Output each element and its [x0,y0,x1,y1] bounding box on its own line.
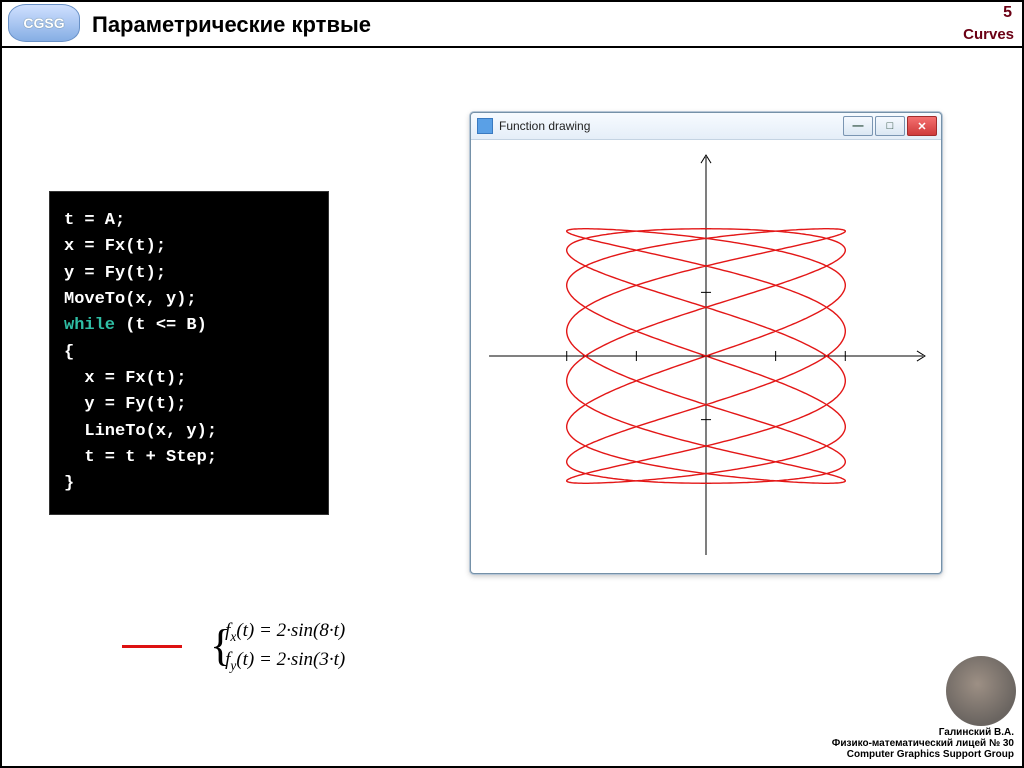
maximize-button[interactable]: □ [875,116,905,136]
formula-fy: fy(t) = 2·sin(3·t) [225,646,345,676]
footer-credits: Галинский В.А. Физико-математический лиц… [832,727,1014,760]
footer-badge-icon [946,656,1016,726]
page-number: 5 [1003,4,1012,22]
legend-line [122,645,182,648]
page-title: Параметрические кртвые [92,12,371,38]
formula-fx: fx(t) = 2·sin(8·t) [225,617,345,647]
window-icon [477,118,493,134]
close-button[interactable]: ✕ [907,116,937,136]
minimize-button[interactable]: — [843,116,873,136]
plot-canvas [477,145,935,567]
window-titlebar[interactable]: Function drawing — □ ✕ [471,113,941,140]
function-drawing-window: Function drawing — □ ✕ [470,112,942,574]
formula-legend: { fx(t) = 2·sin(8·t) fy(t) = 2·sin(3·t) [122,617,345,676]
code-listing: t = A;x = Fx(t);y = Fy(t);MoveTo(x, y);w… [50,192,328,514]
section-label: Curves [963,26,1014,43]
logo: CGSG [8,4,80,42]
window-title: Function drawing [499,119,590,133]
